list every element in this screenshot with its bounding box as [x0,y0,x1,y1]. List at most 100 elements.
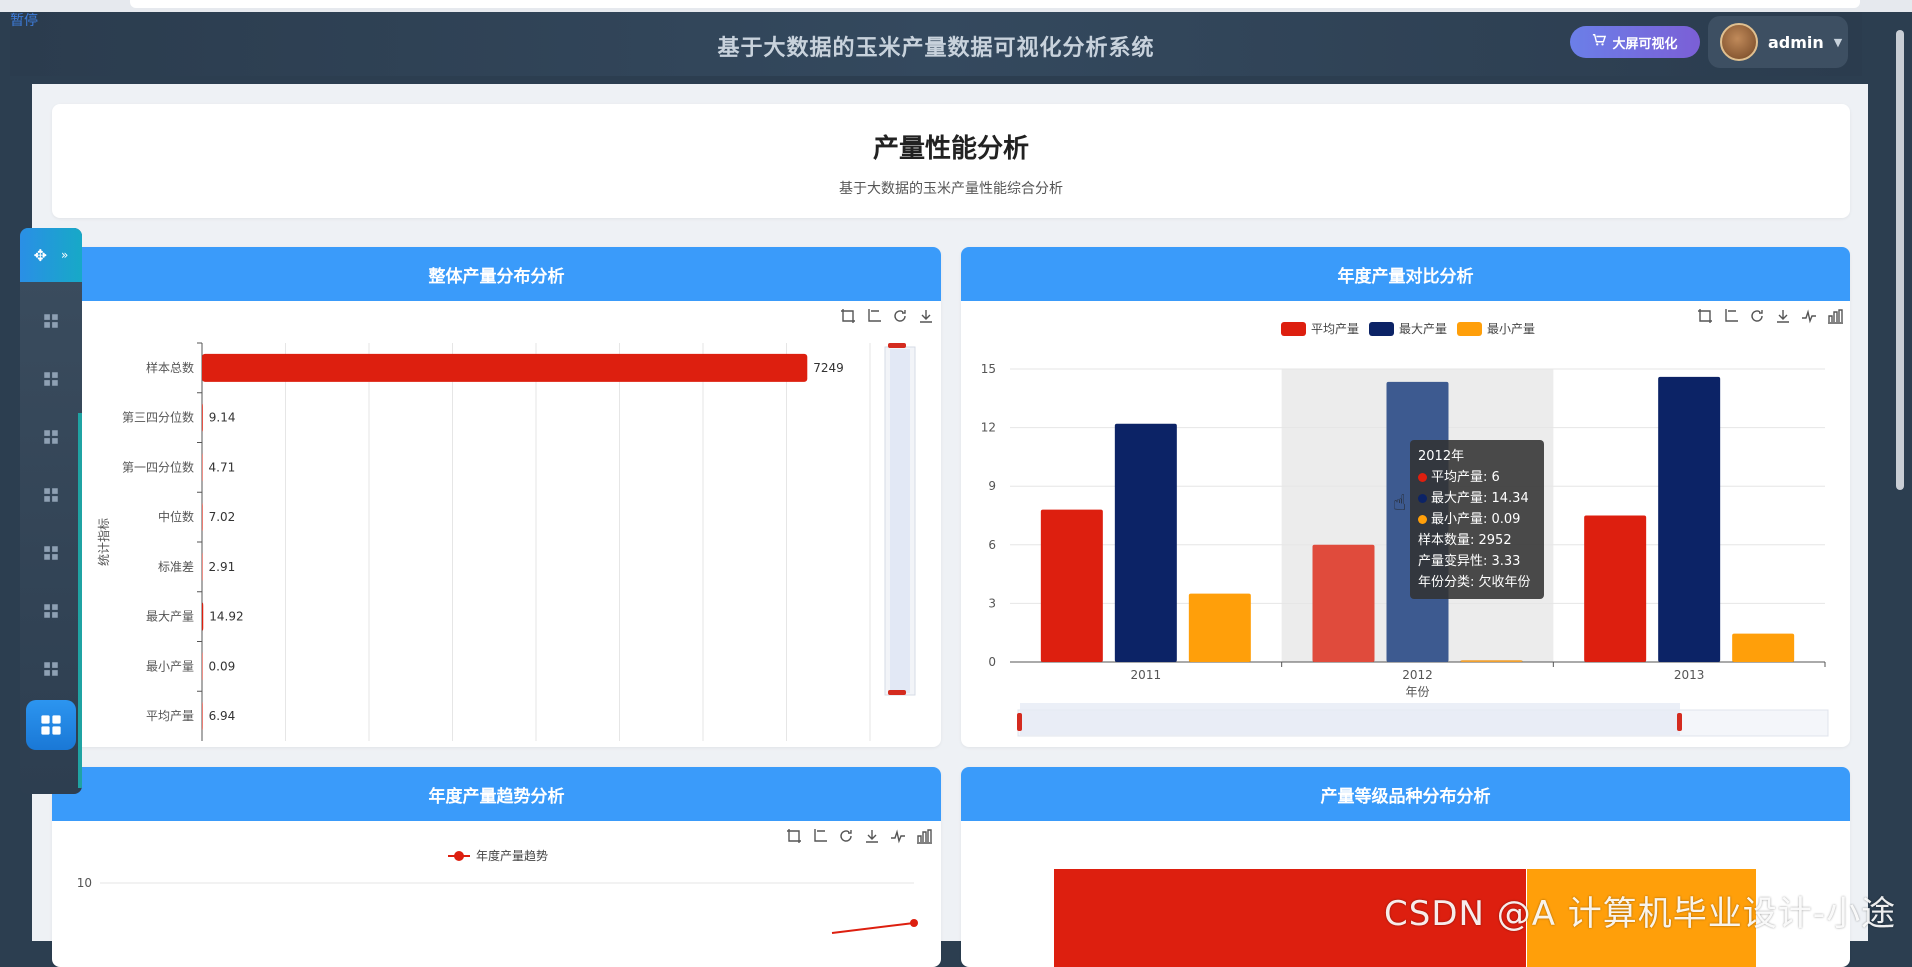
legend-label: 最小产量 [1487,322,1535,336]
bar [1188,593,1251,662]
sidebar-item[interactable] [42,660,60,678]
floating-sidebar: ✥ » [20,228,82,794]
y-axis-title: 统计指标 [96,518,111,566]
hand-cursor-icon: ☝ [1393,491,1407,516]
page-title: 产量性能分析 [872,134,1029,164]
page-subtitle: 基于大数据的玉米产量性能综合分析 [839,181,1063,197]
sidebar-handle[interactable]: ✥ » [20,228,82,282]
datazoom-handle [1677,713,1682,731]
data-label: 4.71 [209,460,236,474]
tooltip-title: 2012年 [1418,449,1465,464]
bigscreen-label: 大屏可视化 [1612,36,1678,52]
y-tick-label: 最小产量 [146,659,194,673]
data-label: 2.91 [209,560,236,574]
cart-icon [1592,33,1607,51]
grade-distribution-card: 产量等级品种分布分析 [961,767,1850,967]
bar [1460,660,1523,662]
grid-icon [44,488,58,502]
yearly-trend-chart: 年度产量趋势 10 [77,848,918,934]
yearly-compare-card: 年度产量对比分析 平均产量 最大产量 最小产量 0 3 6 9 12 15 2011 2012 201… [961,247,1850,747]
sidebar-item[interactable] [42,312,60,330]
sidebar-item[interactable] [42,428,60,446]
bar [1732,633,1795,662]
grid-icon [44,314,58,328]
tooltip-line: 产量变异性: 3.33 [1418,554,1521,569]
legend-swatch [1457,322,1482,336]
legend-swatch [1369,322,1394,336]
tooltip-line: 最大产量: 14.34 [1418,488,1536,509]
x-tick-label: 2013 [1674,668,1705,682]
y-tick-label: 样本总数 [146,360,194,375]
card-title: 年度产量对比分析 [961,247,1850,301]
series-line [831,922,915,934]
move-icon[interactable]: ✥ [34,246,47,265]
address-area [130,0,1860,8]
bar [1312,544,1375,662]
legend-label: 平均产量 [1311,322,1359,336]
bar [202,552,203,581]
sidebar-item-active[interactable] [26,700,76,750]
datazoom-handle [888,690,906,695]
grid-icon [44,604,58,618]
page-scrollbar[interactable] [1896,30,1904,490]
tooltip-line: 最小产量: 0.09 [1418,509,1536,530]
overall-distribution-card: 整体产量分布分析 01,0002,0003,0004,0005,0006,000… [52,247,941,747]
grid-icon [44,430,58,444]
bar [1114,423,1177,662]
sidebar-item[interactable] [42,370,60,388]
bar [202,702,203,731]
bar [202,503,203,532]
browser-top-strip [0,0,1912,12]
tooltip-line: 年份分类: 欠收年份 [1418,575,1531,590]
chevron-down-icon: ▼ [1833,35,1843,49]
tooltip-line: 样本数量: 2952 [1418,533,1512,548]
user-menu[interactable]: admin ▼ [1708,16,1848,68]
overall-bar-chart: 01,0002,0003,0004,0005,0006,0007,0008,00… [96,342,916,741]
sidebar-item[interactable] [42,486,60,504]
yearly-bar-chart: 平均产量 最大产量 最小产量 0 3 6 9 12 15 2011 2012 2013 年份 [981,322,1829,737]
y-tick-label: 平均产量 [146,709,194,723]
card-title: 产量等级品种分布分析 [961,767,1850,821]
chart-tooltip: 2012年 平均产量: 6 最大产量: 14.34 最小产量: 0.09 样本数… [1410,440,1544,599]
avatar [1720,23,1758,61]
bar [202,453,203,482]
x-tick-label: 2012 [1402,668,1433,682]
datazoom-handle [888,343,906,348]
y-tick-label: 15 [981,362,996,376]
username: admin [1768,32,1824,52]
app-header: 基于大数据的玉米产量数据可视化分析系统 大屏可视化 admin ▼ [10,12,1862,76]
x-axis-title: 年份 [1405,685,1429,699]
bar [202,652,203,681]
legend-label: 最大产量 [1399,322,1447,336]
expand-icon[interactable]: » [61,248,68,262]
data-label: 7249 [813,361,844,375]
datazoom-handle [1017,713,1022,731]
grid-icon [44,662,58,676]
sidebar-item[interactable] [42,602,60,620]
bar [202,403,203,432]
data-label: 6.94 [209,709,236,723]
x-tick-label: 2011 [1131,668,1162,682]
card-title: 整体产量分布分析 [52,247,941,301]
data-label: 14.92 [209,610,243,624]
bigscreen-button[interactable]: 大屏可视化 [1570,26,1700,58]
sidebar-item[interactable] [42,544,60,562]
data-point [910,919,918,927]
page-hero: 产量性能分析 基于大数据的玉米产量性能综合分析 [52,104,1850,218]
grid-icon [41,715,61,735]
y-tick-label: 12 [981,421,996,435]
y-tick-label: 第一四分位数 [122,459,194,474]
watermark: CSDN @A 计算机毕业设计-小途 [1384,894,1897,934]
data-label: 9.14 [209,411,236,425]
grid-icon [44,546,58,560]
bar [202,602,204,631]
datazoom-range [1020,703,1680,735]
y-tick-label: 6 [988,538,996,552]
y-tick-label: 第三四分位数 [122,410,194,425]
y-tick-label: 9 [988,479,996,493]
y-tick-label: 标准差 [158,560,194,574]
tooltip-line: 平均产量: 6 [1418,467,1536,488]
pause-indicator: 暂停 [10,13,38,29]
bar [1658,376,1721,662]
y-tick-label: 最大产量 [146,610,194,624]
